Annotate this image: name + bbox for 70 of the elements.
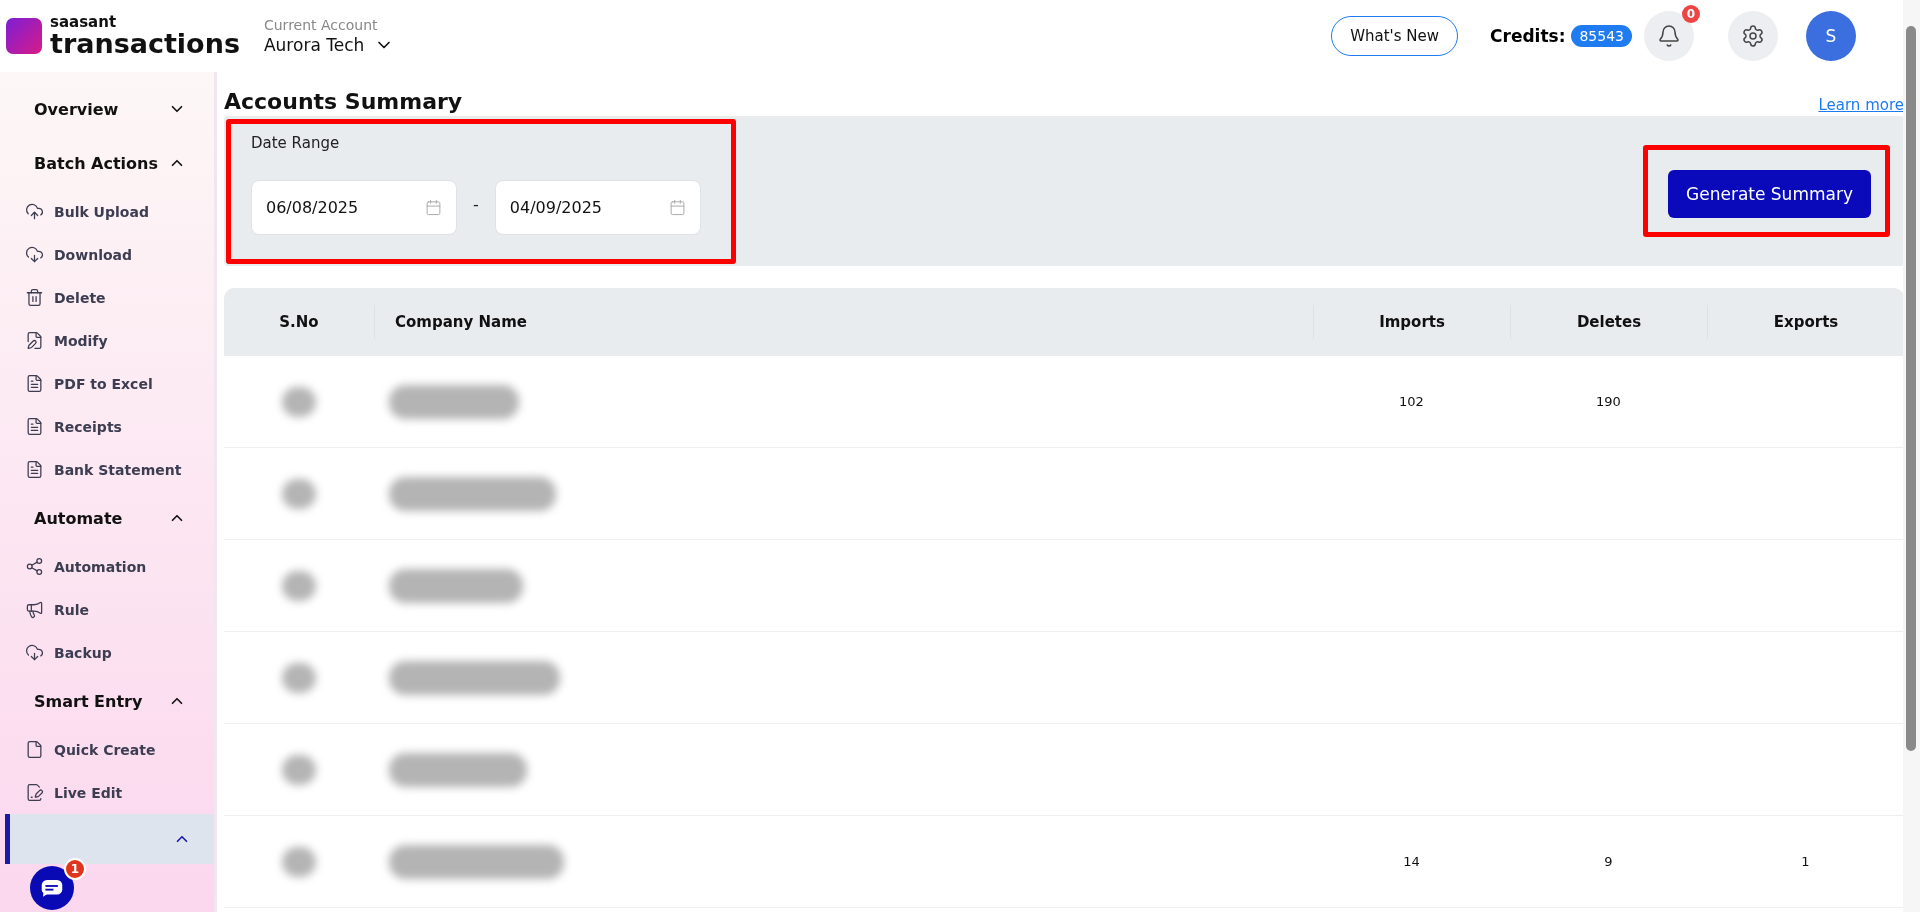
app-logo-icon (6, 18, 42, 54)
settings-button[interactable] (1728, 11, 1778, 61)
blurred-cell (282, 754, 316, 785)
sidebar-item[interactable]: Bank Statement (0, 448, 210, 491)
calendar-icon (668, 198, 686, 216)
sidebar-item[interactable]: Live Edit (0, 771, 210, 814)
file-icon (25, 740, 44, 759)
blurred-cell (282, 662, 316, 693)
account-label: Current Account (263, 17, 379, 33)
learn-more-link[interactable]: Learn more (1818, 96, 1904, 114)
start-date-field[interactable]: 06/08/2025 (251, 179, 457, 235)
sidebar-item[interactable]: Delete (0, 276, 210, 319)
page-title: Accounts Summary (224, 89, 463, 114)
brand-product-name: transactions (50, 30, 240, 57)
document-icon (25, 460, 44, 479)
sidebar-item[interactable]: Backup (0, 631, 210, 674)
document-icon (25, 374, 44, 393)
sidebar-item[interactable]: Receipts (0, 405, 210, 448)
date-range-label: Date Range (251, 133, 341, 152)
sidebar-item[interactable]: Rule (0, 588, 210, 631)
table-cell-text: 102 (1398, 394, 1425, 409)
generate-summary-button[interactable]: Generate Summary (1668, 170, 1871, 218)
table-cell-text: 14 (1402, 854, 1421, 869)
credits-label: Credits: (1490, 26, 1566, 46)
whats-new-button[interactable]: What's New (1331, 16, 1458, 56)
share-icon (25, 557, 44, 576)
table-cell-text: 9 (1603, 854, 1614, 869)
sidebar-section[interactable]: Batch Actions (0, 136, 212, 190)
sidebar-section[interactable]: Automate (0, 491, 212, 545)
sidebar-item[interactable]: Modify (0, 319, 210, 362)
scrollbar[interactable] (1903, 0, 1920, 912)
table-cell-text: 1 (1800, 854, 1811, 869)
user-avatar[interactable]: S (1806, 11, 1856, 61)
account-selector[interactable]: Aurora Tech (263, 35, 395, 55)
blurred-cell (282, 386, 316, 417)
trash-icon (25, 288, 44, 307)
cloud-download-icon (25, 643, 44, 662)
cloud-download-icon (25, 245, 44, 264)
notification-count: 0 (1682, 5, 1700, 23)
column-header: S.No (278, 312, 320, 333)
end-date-field[interactable]: 04/09/2025 (494, 179, 701, 235)
file-edit-icon (25, 331, 44, 350)
blurred-cell (282, 846, 316, 877)
sidebar-item[interactable]: PDF to Excel (0, 362, 210, 405)
sidebar-item[interactable]: Quick Create (0, 728, 210, 771)
column-header: Deletes (1510, 305, 1707, 339)
calendar-icon (425, 198, 442, 216)
sidebar-item[interactable]: Download (0, 233, 210, 276)
notifications-button[interactable] (1644, 11, 1694, 61)
scrollbar-thumb[interactable] (1906, 26, 1916, 751)
credits-count: 85543 (1571, 25, 1632, 47)
document-icon (25, 417, 44, 436)
file-edit-icon (25, 783, 44, 802)
bell-icon (1657, 24, 1681, 48)
blurred-cell (282, 478, 316, 509)
column-header: Company Name (374, 305, 1313, 339)
cloud-upload-icon (25, 202, 44, 221)
blurred-cell (282, 570, 316, 601)
brand-name: saasant (50, 15, 118, 30)
chat-bubble-icon (41, 879, 63, 897)
megaphone-icon (25, 600, 44, 619)
sidebar-item[interactable]: Bulk Upload (0, 190, 210, 233)
settings-icon (1741, 24, 1765, 48)
sidebar-section[interactable]: Smart Entry (0, 674, 212, 728)
sidebar-item[interactable]: Automation (0, 545, 210, 588)
sidebar-section[interactable]: Overview (0, 82, 212, 136)
table-cell-text: 190 (1595, 394, 1622, 409)
sidebar-section[interactable] (5, 814, 214, 864)
column-header: Imports (1313, 305, 1510, 339)
date-separator: - (472, 194, 480, 216)
